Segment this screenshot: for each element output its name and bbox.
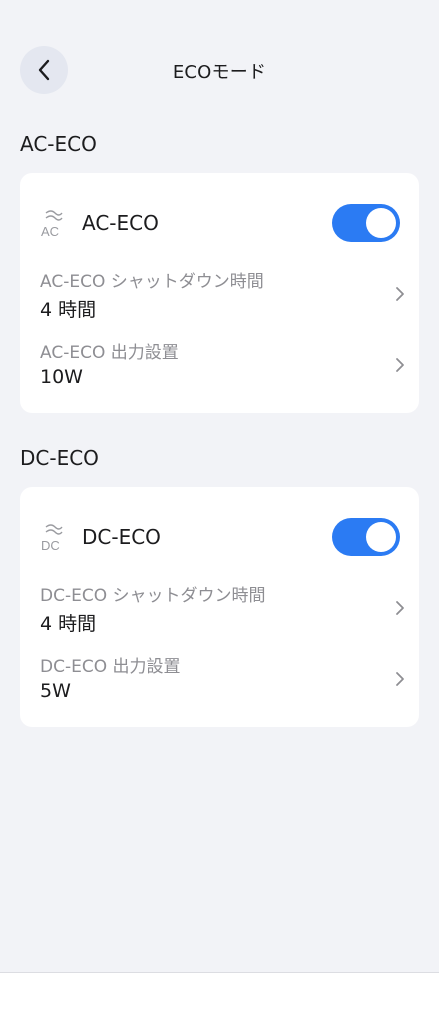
chevron-right-icon <box>396 287 404 301</box>
setting-label: AC-ECO シャットダウン時間 <box>40 272 264 292</box>
bottom-bar <box>0 972 439 1025</box>
setting-value: 4 時間 <box>40 299 97 321</box>
svg-text:DC: DC <box>41 538 60 553</box>
ac-eco-shutdown-time-row[interactable]: AC-ECO シャットダウン時間 4 時間 <box>40 267 406 329</box>
page-title: ECOモード <box>172 62 267 83</box>
section-title-ac-eco: AC-ECO <box>20 132 97 156</box>
ac-eco-output-setting-row[interactable]: AC-ECO 出力設置 10W <box>40 338 406 400</box>
setting-value: 5W <box>40 680 71 702</box>
chevron-right-icon <box>396 672 404 686</box>
dc-eco-toggle[interactable] <box>332 518 400 556</box>
dc-eco-card: DC DC-ECO DC-ECO シャットダウン時間 4 時間 DC-ECO 出… <box>20 487 419 727</box>
chevron-right-icon <box>396 358 404 372</box>
card-header: AC AC-ECO <box>40 203 400 243</box>
card-name: AC-ECO <box>82 211 159 235</box>
ac-eco-card: AC AC-ECO AC-ECO シャットダウン時間 4 時間 AC-ECO 出… <box>20 173 419 413</box>
ac-eco-icon: AC <box>41 210 63 239</box>
section-title-dc-eco: DC-ECO <box>20 446 99 470</box>
header: ECOモード <box>0 46 439 96</box>
svg-text:AC: AC <box>41 224 59 239</box>
dc-eco-output-setting-row[interactable]: DC-ECO 出力設置 5W <box>40 652 406 714</box>
setting-value: 4 時間 <box>40 613 97 635</box>
dc-eco-shutdown-time-row[interactable]: DC-ECO シャットダウン時間 4 時間 <box>40 581 406 643</box>
chevron-right-icon <box>396 601 404 615</box>
setting-label: AC-ECO 出力設置 <box>40 343 179 363</box>
toggle-knob <box>366 208 396 238</box>
card-name: DC-ECO <box>82 525 161 549</box>
setting-label: DC-ECO シャットダウン時間 <box>40 586 266 606</box>
setting-label: DC-ECO 出力設置 <box>40 657 181 677</box>
ac-eco-toggle[interactable] <box>332 204 400 242</box>
toggle-knob <box>366 522 396 552</box>
card-header: DC DC-ECO <box>40 517 400 557</box>
setting-value: 10W <box>40 366 83 388</box>
dc-eco-icon: DC <box>41 524 63 553</box>
